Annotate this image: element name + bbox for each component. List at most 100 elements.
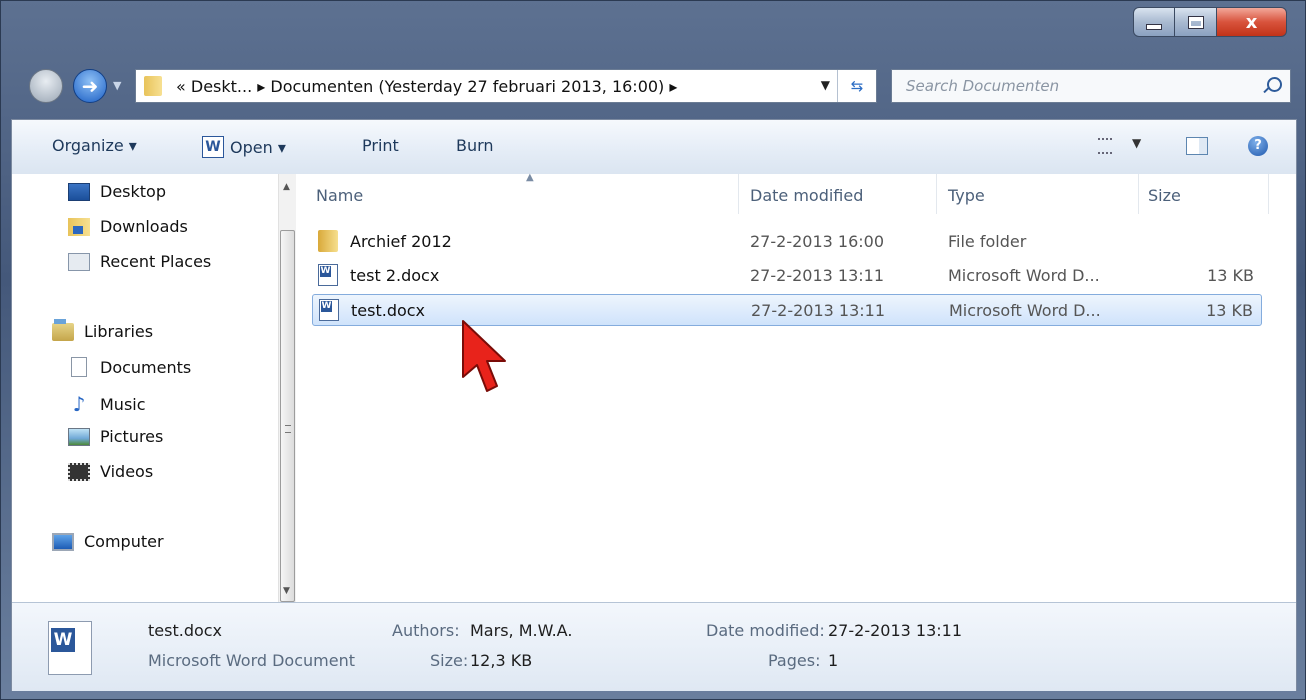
column-header-size[interactable]: Size [1148,186,1181,205]
nav-item-documents[interactable]: Documents [68,357,191,377]
nav-item-desktop[interactable]: Desktop [68,182,166,201]
nav-item-label: Recent Places [100,252,212,271]
file-size: 13 KB [1207,266,1254,285]
nav-item-recent-places[interactable]: Recent Places [68,252,211,271]
size-label: Size: [430,651,469,670]
nav-item-label: Libraries [84,322,154,341]
scroll-up-arrow-icon[interactable]: ▲ [283,182,290,192]
details-pane: test.docx Microsoft Word Document Author… [12,602,1296,691]
file-type: Microsoft Word D... [948,266,1100,285]
nav-item-label: Downloads [100,217,188,236]
documents-icon [71,357,87,377]
search-box[interactable]: Search Documenten [891,69,1291,103]
videos-icon [68,462,90,481]
nav-item-label: Music [100,394,146,414]
file-size: 13 KB [1206,301,1253,320]
help-icon[interactable]: ? [1248,136,1268,156]
details-file-type: Microsoft Word Document [148,651,355,670]
nav-item-label: Videos [100,462,154,481]
libraries-icon [52,318,74,341]
open-button[interactable]: W Open ▾ [202,136,286,158]
address-dropdown-icon[interactable]: ▼ [821,78,830,92]
minimize-button[interactable] [1133,7,1175,37]
nav-item-pictures[interactable]: Pictures [68,427,163,446]
column-divider[interactable] [1268,174,1269,214]
file-date: 27-2-2013 13:11 [750,266,884,285]
authors-value[interactable]: Mars, M.W.A. [470,621,572,640]
scrollbar-grip-icon [285,425,291,433]
views-dropdown-icon[interactable]: ▼ [1132,136,1141,150]
file-row-test-docx[interactable]: test.docx 27-2-2013 13:11 Microsoft Word… [312,294,1262,326]
organize-button[interactable]: Organize ▾ [52,136,137,155]
explorer-window: x ➜ ▼ « Deskt... ▸ Documenten (Yesterday… [0,0,1306,700]
close-button[interactable]: x [1217,7,1287,37]
window-controls: x [1133,7,1287,37]
close-icon: x [1245,11,1258,33]
print-button[interactable]: Print [362,136,399,155]
word-document-icon [319,299,339,321]
music-icon: ♪ [72,392,86,416]
authors-label: Authors: [392,621,460,640]
nav-item-downloads[interactable]: Downloads [68,217,188,236]
folder-icon [144,76,162,96]
pages-label: Pages: [768,651,821,670]
file-list: Name ▲ Date modified Type Size Archief 2… [296,172,1296,602]
refresh-button[interactable]: ⇆ [837,70,876,102]
mouse-cursor-icon [462,320,506,392]
recent-pages-dropdown-icon[interactable]: ▼ [113,79,121,92]
desktop-icon [68,182,90,201]
nav-item-libraries[interactable]: Libraries [52,318,154,341]
file-row-archief-2012[interactable]: Archief 2012 27-2-2013 16:00 File folder [312,226,1262,258]
word-icon: W [202,136,224,158]
column-divider[interactable] [1138,174,1139,214]
maximize-button[interactable] [1175,7,1217,37]
file-name: Archief 2012 [350,232,452,251]
burn-button[interactable]: Burn [456,136,494,155]
address-path[interactable]: « Deskt... ▸ Documenten (Yesterday 27 fe… [176,77,677,96]
navigation-pane: Desktop Downloads Recent Places Librarie… [12,174,278,602]
forward-button[interactable]: ➜ [73,69,107,103]
nav-item-label: Documents [100,357,192,377]
folder-icon [318,230,338,252]
word-document-icon [318,264,338,286]
open-label: Open ▾ [230,137,286,157]
nav-item-label: Desktop [100,182,166,201]
forward-arrow-icon: ➜ [81,74,99,98]
nav-item-music[interactable]: ♪ Music [68,392,146,416]
change-view-icon[interactable] [1098,138,1112,154]
minimize-icon [1146,24,1162,30]
sort-ascending-icon: ▲ [526,172,534,183]
date-modified-label: Date modified: [706,621,825,640]
command-bar: Organize ▾ W Open ▾ Print Burn ▼ ? [12,120,1296,175]
explorer-body: Organize ▾ W Open ▾ Print Burn ▼ ? Deskt… [11,119,1297,691]
size-value: 12,3 KB [470,651,533,670]
file-row-test-2-docx[interactable]: test 2.docx 27-2-2013 13:11 Microsoft Wo… [312,260,1262,292]
nav-item-label: Computer [84,532,164,551]
date-modified-value[interactable]: 27-2-2013 13:11 [828,621,962,640]
file-type: Microsoft Word D... [949,301,1101,320]
maximize-icon [1187,15,1204,29]
scroll-down-arrow-icon[interactable]: ▼ [283,586,290,596]
address-bar[interactable]: « Deskt... ▸ Documenten (Yesterday 27 fe… [135,69,877,103]
column-divider[interactable] [936,174,937,214]
nav-pane-scrollbar[interactable]: ▲ ▼ [278,174,297,602]
search-icon[interactable] [1267,77,1282,92]
column-divider[interactable] [738,174,739,214]
column-header-type[interactable]: Type [948,186,985,205]
preview-pane-icon[interactable] [1186,137,1208,155]
file-date: 27-2-2013 13:11 [751,301,885,320]
nav-item-label: Pictures [100,427,164,446]
file-name: test.docx [351,301,426,320]
recent-places-icon [68,252,90,271]
nav-item-computer[interactable]: Computer [52,532,164,551]
column-header-date-modified[interactable]: Date modified [750,186,863,205]
search-input[interactable]: Search Documenten [906,77,1059,95]
file-name: test 2.docx [350,266,440,285]
downloads-folder-icon [68,217,90,236]
scrollbar-thumb[interactable] [280,230,295,602]
pictures-icon [68,427,90,446]
nav-item-videos[interactable]: Videos [68,462,153,481]
back-button[interactable] [29,69,63,103]
column-header-name[interactable]: Name [316,186,363,205]
word-document-large-icon [48,621,92,675]
